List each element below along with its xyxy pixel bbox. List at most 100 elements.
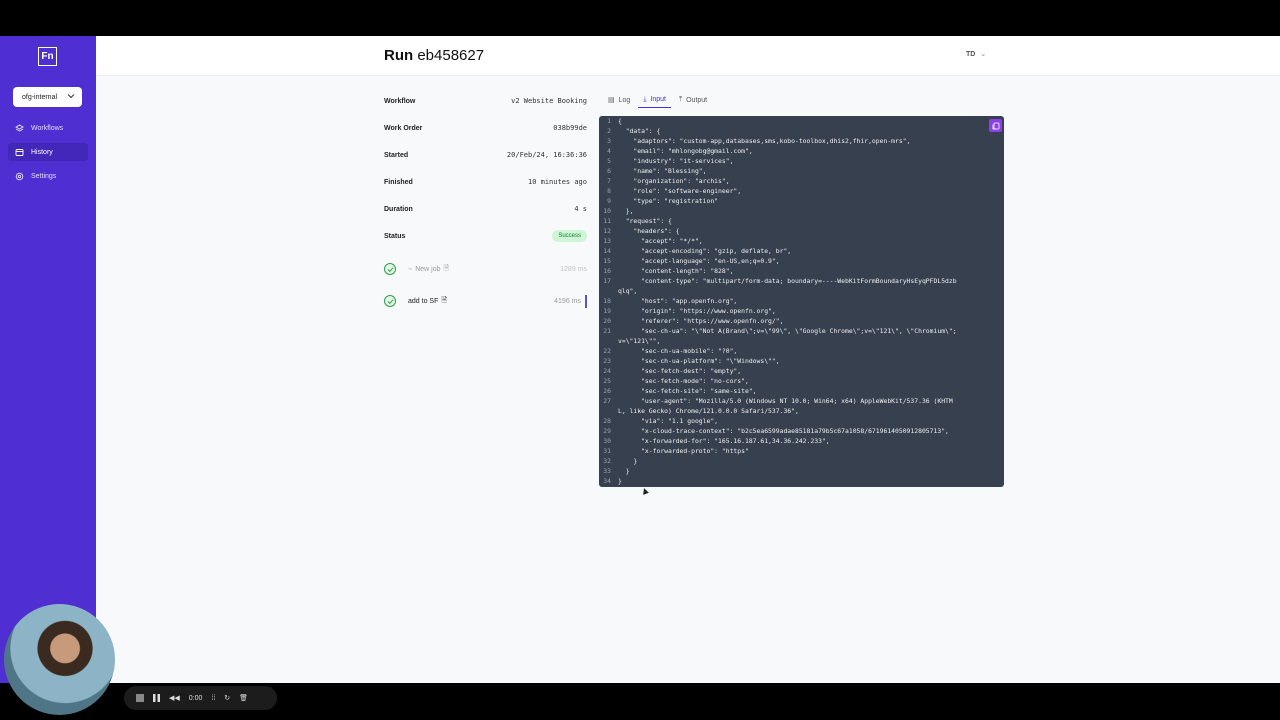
line-text: "sec-fetch-dest": "empty",	[618, 367, 742, 375]
sidebar-item-settings[interactable]: Settings	[8, 167, 88, 185]
step-name: New job	[415, 265, 441, 273]
sidebar: Fn ofg-internal Workflows History Settin…	[0, 36, 96, 683]
detail-duration: Duration 4 s	[384, 203, 587, 215]
run-id: eb458627	[417, 47, 485, 64]
grid-icon[interactable]: ⁞⁞	[211, 695, 215, 702]
line-text: },	[618, 207, 634, 215]
trash-icon[interactable]: 🗑	[239, 694, 248, 702]
line-text: "referer": "https://www.openfn.org/",	[618, 317, 784, 325]
user-menu[interactable]: TD ⌄	[966, 50, 986, 58]
line-number: 24	[603, 367, 611, 375]
line-text: "accept": "*/*",	[618, 237, 703, 245]
detail-value: 10 minutes ago	[527, 178, 587, 186]
download-icon: ⤓	[643, 95, 647, 103]
line-text: "user-agent": "Mozilla/5.0 (Windows NT 1…	[618, 397, 953, 405]
project-select[interactable]: ofg-internal	[13, 87, 82, 107]
detail-label: Status	[384, 232, 406, 240]
layers-icon	[15, 123, 24, 133]
code-line: 31 "x-forwarded-proto": "https"	[599, 446, 1004, 456]
code-line: 29 "x-cloud-trace-context": "b2c5ea6599a…	[599, 426, 1004, 436]
code-line: 25 "sec-fetch-mode": "no-cors",	[599, 376, 1004, 386]
code-line: 13 "accept": "*/*",	[599, 236, 1004, 246]
page-title: Run eb458627	[384, 47, 484, 64]
line-number: 32	[603, 457, 611, 465]
detail-started: Started 20/Feb/24, 16:36:36	[384, 149, 587, 161]
sidebar-item-label: Settings	[31, 172, 57, 180]
restart-icon[interactable]: ↻	[224, 694, 230, 702]
line-number	[599, 286, 614, 296]
code-line: 18 "host": "app.openfn.org",	[599, 296, 1004, 306]
line-text: "headers": {	[618, 227, 680, 235]
code-line: 2 "data": {	[599, 126, 1004, 136]
line-text: "adaptors": "custom-app,databases,sms,ko…	[618, 137, 911, 145]
detail-label: Started	[384, 151, 409, 159]
detail-label: Finished	[384, 178, 413, 186]
line-text: "industry": "it-services",	[618, 157, 734, 165]
line-number: 23	[603, 357, 611, 365]
code-line: 22 "sec-ch-ua-mobile": "?0",	[599, 346, 1004, 356]
line-text: "sec-ch-ua-mobile": "?0",	[618, 347, 738, 355]
line-text: "name": "Blessing",	[618, 167, 707, 175]
stop-icon[interactable]	[136, 694, 144, 702]
webcam-overlay	[4, 604, 115, 715]
selected-indicator	[585, 294, 587, 308]
line-number	[599, 336, 614, 346]
copy-button[interactable]	[989, 119, 1002, 132]
code-line: 9 "type": "registration"	[599, 196, 1004, 206]
code-line: 8 "role": "software-engineer",	[599, 186, 1004, 196]
line-number: 14	[603, 247, 611, 255]
code-content: 1{2 "data": {3 "adaptors": "custom-app,d…	[599, 116, 1004, 486]
line-text: "x-cloud-trace-context": "b2c5ea6599adae…	[618, 427, 949, 435]
line-number: 29	[603, 427, 611, 435]
code-line: 16 "content-length": "828",	[599, 266, 1004, 276]
sidebar-item-workflows[interactable]: Workflows	[8, 119, 88, 137]
code-viewer[interactable]: 1{2 "data": {3 "adaptors": "custom-app,d…	[599, 116, 1004, 487]
tab-log[interactable]: ▤ Log	[603, 92, 635, 108]
sidebar-item-history[interactable]: History	[8, 143, 88, 161]
tab-output[interactable]: ⤒ Output	[674, 92, 712, 108]
line-number: 11	[603, 217, 611, 225]
line-text: "organization": "archis",	[618, 177, 730, 185]
sidebar-item-label: Workflows	[31, 124, 64, 132]
dataclip-tabs: ▤ Log ⤓ Input ⤒ Output	[603, 92, 715, 110]
recording-controls: ◀◀ 0:00 ⁞⁞ ↻ 🗑	[124, 686, 277, 710]
openfn-logo[interactable]: Fn	[38, 47, 57, 66]
tab-input[interactable]: ⤓ Input	[638, 92, 671, 108]
line-number: 8	[607, 187, 611, 195]
line-number: 12	[603, 227, 611, 235]
line-text: "content-length": "828",	[618, 267, 734, 275]
work-order-link[interactable]: 038b99de	[553, 124, 587, 132]
detail-work-order: Work Order 038b99de	[384, 122, 587, 134]
line-number: 13	[603, 237, 611, 245]
line-text: "accept-language": "en-US,en;q=0.9",	[618, 257, 780, 265]
code-line: 7 "organization": "archis",	[599, 176, 1004, 186]
line-text: "type": "registration"	[618, 197, 719, 205]
pause-icon[interactable]	[153, 694, 160, 702]
avatar: TD	[966, 51, 976, 58]
chevron-down-icon	[67, 92, 75, 102]
detail-finished: Finished 10 minutes ago	[384, 176, 587, 188]
line-number: 10	[603, 207, 611, 215]
upload-icon: ⤒	[679, 96, 683, 103]
step-item[interactable]: add to SF 🗎 4196 ms	[384, 293, 587, 309]
code-line: 12 "headers": {	[599, 226, 1004, 236]
check-icon	[384, 263, 396, 275]
log-icon: ▤	[608, 97, 615, 104]
code-line: 33 }	[599, 466, 1004, 476]
line-text: "origin": "https://www.openfn.org",	[618, 307, 776, 315]
status-badge: Success	[552, 230, 587, 242]
rewind-icon[interactable]: ◀◀	[169, 694, 180, 702]
line-number: 20	[603, 317, 611, 325]
code-line: 3 "adaptors": "custom-app,databases,sms,…	[599, 136, 1004, 146]
detail-value: 20/Feb/24, 16:36:36	[506, 151, 587, 159]
code-line: 15 "accept-language": "en-US,en;q=0.9",	[599, 256, 1004, 266]
detail-label: Workflow	[384, 97, 416, 105]
workflow-link[interactable]: v2 Website Booking	[511, 97, 587, 105]
gear-icon	[15, 172, 24, 181]
step-item[interactable]: ⌁ New job 🗎 1289 ms	[384, 261, 587, 277]
line-text: "email": "mhlongobg@gmail.com",	[618, 147, 753, 155]
step-name: add to SF	[408, 297, 439, 305]
code-line: 6 "name": "Blessing",	[599, 166, 1004, 176]
line-number: 19	[603, 307, 611, 315]
line-number: 1	[607, 117, 611, 125]
